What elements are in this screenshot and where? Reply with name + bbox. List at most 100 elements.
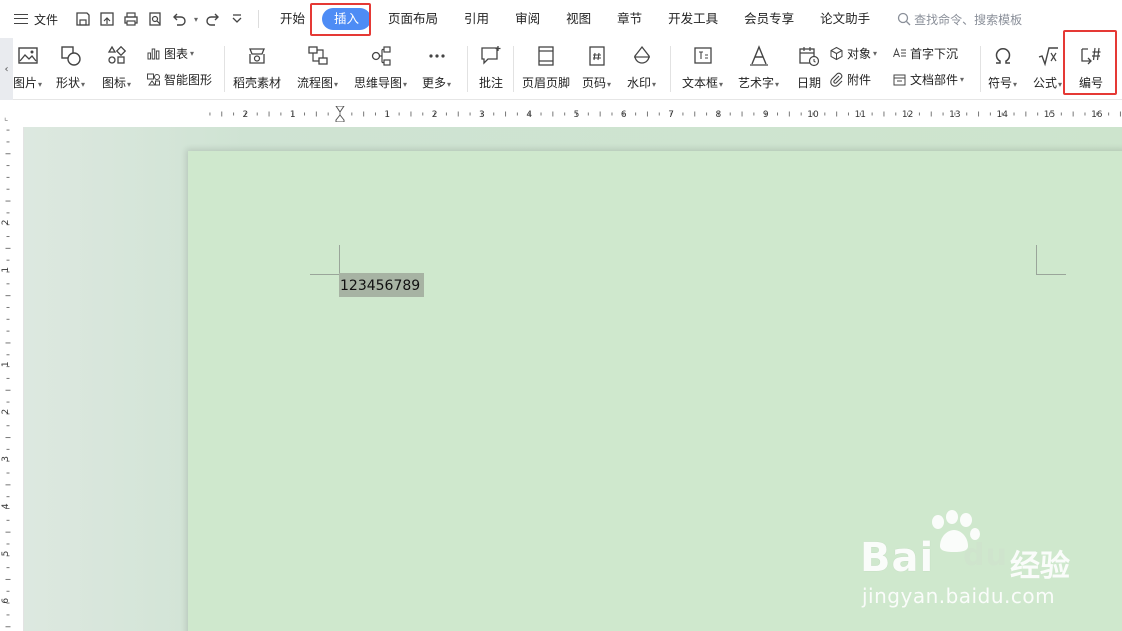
tab-developer[interactable]: 开发工具 [655,8,731,30]
tab-home[interactable]: 开始 [267,8,318,30]
first-line-indent-marker[interactable] [335,105,345,113]
ruler-label: 7 [668,110,674,120]
ribbon-separator [467,46,468,92]
ruler-label: 9 [763,110,769,120]
redo-icon[interactable] [202,8,224,30]
ruler-label: 2 [243,110,249,120]
date-label: 日期 [796,76,821,90]
print-icon[interactable] [120,8,142,30]
tab-insert[interactable]: 插入 [322,8,372,30]
export-pdf-icon[interactable] [96,8,118,30]
flowchart-button[interactable]: 流程图▾ [297,42,338,91]
ribbon-separator [224,46,225,92]
calendar-icon [795,42,823,70]
comment-button[interactable]: 批注 [477,42,505,91]
icons-gallery-icon [103,42,131,70]
hamburger-icon [14,14,28,24]
wordart-icon [745,42,773,70]
numbering-label: 编号 [1078,76,1103,90]
ruler-label: 16 [1091,110,1103,120]
ruler-label: 1 [290,110,296,120]
smart-art-icon [147,73,160,86]
ribbon-insert: ‹ 图片▾ 形状▾ 图标▾ 图表 ▾ 智能图形 稻壳素材 流程图▾ 思维导图▾ 更… [0,38,1122,100]
paperclip-icon [830,72,843,87]
wordart-label: 艺术字 [738,76,775,90]
header-footer-label: 页眉页脚 [522,76,571,90]
doc-parts-label: 文档部件 [910,73,959,87]
file-menu-label: 文件 [34,12,59,27]
docer-material-button[interactable]: 稻壳素材 [233,42,281,91]
page-number-button[interactable]: 页码▾ [582,42,611,91]
symbol-button[interactable]: 符号▾ [988,42,1017,91]
doc-parts-icon [893,74,906,86]
print-preview-icon[interactable] [144,8,166,30]
object-button[interactable]: 对象 ▾ [829,45,877,62]
textbox-button[interactable]: 文本框▾ [682,42,723,91]
comment-label: 批注 [478,76,503,90]
mindmap-label: 思维导图 [354,76,403,90]
attachment-button[interactable]: 附件 [829,71,871,88]
ruler-label: 3 [479,110,485,120]
vertical-ruler[interactable]: 2 1 1 2 3 4 5 6 [0,127,24,631]
numbering-button[interactable]: 编号 [1077,42,1105,91]
object-label: 对象 [847,47,872,61]
tab-view[interactable]: 视图 [553,8,604,30]
drop-cap-button[interactable]: 首字下沉 [892,45,958,62]
docer-material-label: 稻壳素材 [233,76,282,90]
ruler-corner-icon: ⌞ [4,113,9,123]
picture-label: 图片 [13,76,38,90]
tab-member[interactable]: 会员专享 [731,8,807,30]
header-footer-icon [532,42,560,70]
tab-references[interactable]: 引用 [451,8,502,30]
watermark-button[interactable]: 水印▾ [627,42,656,91]
ruler-label: 6 [1,598,11,604]
search-placeholder: 查找命令、搜索模板 [914,12,1023,27]
picture-button[interactable]: 图片▾ [13,42,42,91]
shape-label: 形状 [56,76,81,90]
ruler-label: 13 [949,110,960,120]
customize-toolbar-icon[interactable] [226,8,248,30]
ruler-label: 15 [1044,110,1055,120]
object-icon [830,46,843,61]
ruler-label: 6 [621,110,627,120]
hanging-indent-marker[interactable] [335,114,345,123]
smart-art-button[interactable]: 智能图形 [146,71,212,88]
command-search[interactable]: 查找命令、搜索模板 [897,11,1022,28]
more-button[interactable]: 更多▾ [422,42,451,91]
undo-icon[interactable] [168,8,190,30]
selected-text[interactable]: 123456789 [339,273,425,297]
more-dots-icon [423,42,451,70]
formula-label: 公式 [1033,76,1058,90]
watermark-brand: Bai [860,535,935,581]
chart-icon [147,48,160,60]
wordart-button[interactable]: 艺术字▾ [738,42,779,91]
formula-sqrt-icon [1034,42,1062,70]
margin-corner-top-right [1036,245,1066,275]
tab-paper-assistant[interactable]: 论文助手 [807,8,883,30]
page-number-label: 页码 [582,76,607,90]
date-button[interactable]: 日期 [795,42,823,91]
icon-button[interactable]: 图标▾ [102,42,131,91]
shape-button[interactable]: 形状▾ [56,42,85,91]
mindmap-button[interactable]: 思维导图▾ [354,42,407,91]
shape-icon [57,42,85,70]
more-label: 更多 [422,76,447,90]
header-footer-button[interactable]: 页眉页脚 [522,42,570,91]
chart-button[interactable]: 图表 ▾ [146,45,194,62]
ruler-label: 14 [996,110,1008,120]
tab-review[interactable]: 审阅 [502,8,553,30]
margin-corner-top-left [310,245,340,275]
ruler-label: 2 [432,110,438,120]
doc-parts-button[interactable]: 文档部件 ▾ [892,71,964,88]
watermark-icon [628,42,656,70]
save-icon[interactable] [72,8,94,30]
horizontal-ruler[interactable]: 2 1 1 2 3 4 5 6 7 8 9 10 11 12 13 14 15 16 [205,105,1122,123]
tab-page-layout[interactable]: 页面布局 [375,8,451,30]
undo-dropdown-icon[interactable]: ▾ [192,8,200,30]
ribbon-scroll-left[interactable]: ‹ [0,38,13,100]
tab-section[interactable]: 章节 [604,8,655,30]
file-menu-button[interactable]: 文件 [0,0,72,38]
ribbon-separator [513,46,514,92]
formula-button[interactable]: 公式▾ [1033,42,1062,91]
ruler-label: 4 [526,110,532,120]
